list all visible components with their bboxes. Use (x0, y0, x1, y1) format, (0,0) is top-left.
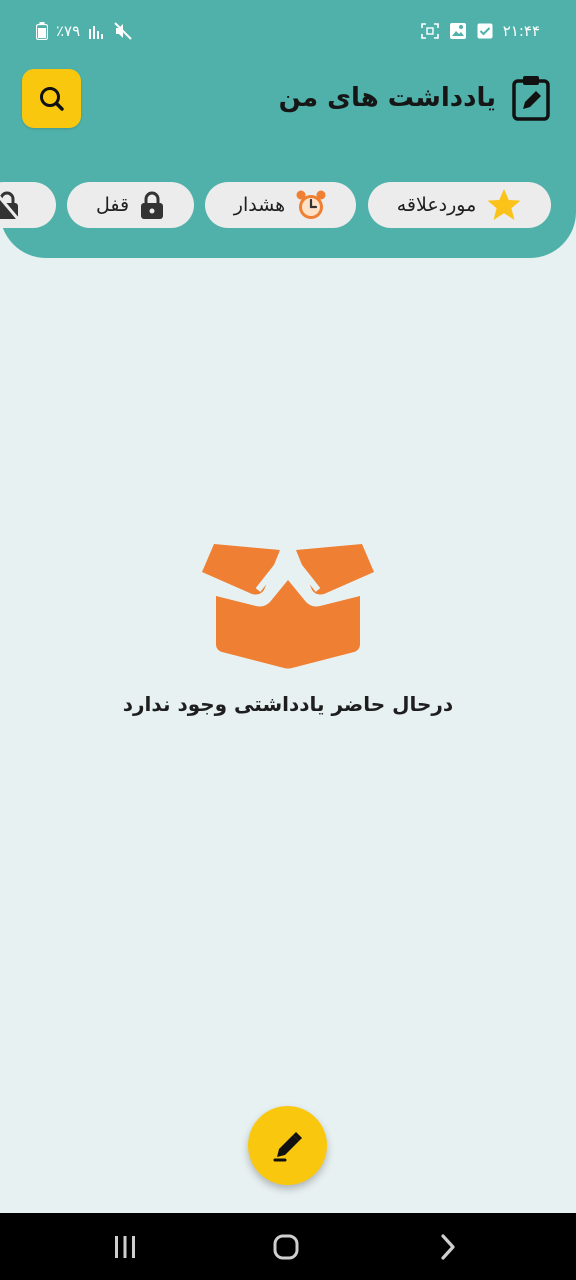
status-bar: ٪۷۹ ۲۱:۴۴ (0, 16, 576, 48)
filter-chip-unlock[interactable] (0, 182, 56, 228)
search-icon (39, 86, 64, 111)
add-note-button[interactable] (248, 1106, 327, 1185)
pencil-edit-icon (273, 1131, 302, 1161)
search-button[interactable] (22, 69, 81, 128)
app-header: ٪۷۹ ۲۱:۴۴ یادداشت های من موردعلاقه هشدار… (0, 0, 576, 258)
lock-icon (141, 191, 164, 219)
lock-off-icon (0, 191, 20, 220)
page-title: یادداشت های من (278, 83, 496, 113)
empty-state-message: درحال حاضر یادداشتی وجود ندارد (122, 692, 454, 716)
alarm-clock-icon (296, 190, 326, 219)
check-icon (477, 23, 493, 39)
back-icon (441, 1234, 455, 1260)
filter-chip-label: قفل (95, 194, 130, 216)
recents-button[interactable] (105, 1231, 145, 1263)
signal-icon (89, 26, 104, 39)
filter-chips: موردعلاقه هشدار قفل (0, 182, 576, 228)
gallery-icon (449, 23, 466, 39)
status-right: ۲۱:۴۴ (420, 20, 540, 42)
title-wrap: یادداشت های من (279, 74, 550, 122)
system-nav-bar (0, 1213, 576, 1280)
screenshot-icon (420, 23, 439, 39)
mute-icon (114, 22, 132, 40)
filter-chip-label: موردعلاقه (396, 194, 477, 216)
filter-chip-favorite[interactable]: موردعلاقه (368, 182, 551, 228)
star-icon (487, 189, 521, 220)
back-button[interactable] (428, 1231, 468, 1263)
recents-icon (115, 1236, 135, 1258)
battery-icon (36, 22, 48, 40)
filter-chip-alarm[interactable]: هشدار (205, 182, 356, 228)
home-button[interactable] (266, 1231, 306, 1263)
open-box-icon (202, 544, 374, 669)
home-icon (273, 1234, 299, 1260)
clipboard-edit-icon (512, 76, 550, 121)
filter-chip-lock[interactable]: قفل (67, 182, 194, 228)
filter-chip-label: هشدار (233, 194, 286, 216)
status-left: ٪۷۹ (36, 20, 132, 42)
status-time: ۲۱:۴۴ (502, 22, 540, 40)
battery-level: ٪۷۹ (56, 22, 81, 40)
